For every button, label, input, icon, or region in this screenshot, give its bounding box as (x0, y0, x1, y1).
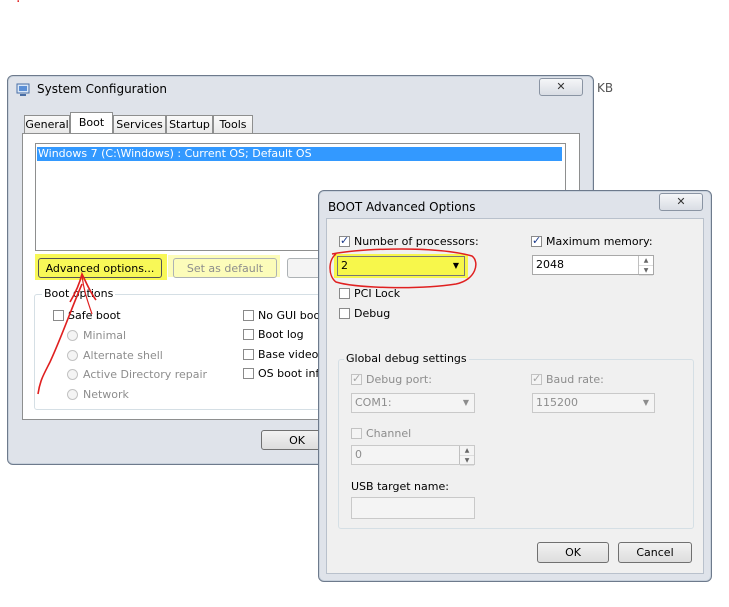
syscfg-close-button[interactable]: ✕ (539, 78, 583, 96)
kb-label: KB (597, 81, 614, 95)
base-video-label: Base video (258, 348, 319, 361)
debug-port-value: COM1: (355, 396, 392, 409)
debug-checkbox[interactable] (339, 308, 350, 319)
baud-rate-checkbox[interactable] (531, 372, 542, 385)
channel-checkbox[interactable] (351, 428, 362, 439)
debug-port-checkbox[interactable] (351, 372, 362, 385)
no-gui-boot-checkbox[interactable] (243, 310, 254, 321)
pci-lock-label: PCI Lock (354, 287, 401, 300)
maximum-memory-spinner[interactable]: ▲ ▼ (638, 256, 653, 276)
usb-target-name-label: USB target name: (351, 480, 449, 493)
advanced-titlebar: BOOT Advanced Options ✕ (319, 191, 711, 217)
channel-label: Channel (366, 427, 412, 440)
tab-services[interactable]: Services (113, 115, 166, 133)
msconfig-app-icon (16, 83, 30, 96)
baud-rate-value: 115200 (536, 396, 578, 409)
tab-boot[interactable]: Boot (70, 112, 113, 134)
advanced-ok-button[interactable]: OK (537, 542, 609, 563)
channel-spinner[interactable]: ▲ ▼ (459, 446, 474, 466)
base-video-checkbox[interactable] (243, 349, 254, 360)
boot-log-label: Boot log (258, 328, 304, 341)
os-boot-info-checkbox[interactable] (243, 368, 254, 379)
channel-value: 0 (355, 448, 362, 461)
no-gui-boot-label: No GUI boot (258, 309, 325, 322)
syscfg-title: System Configuration (37, 82, 167, 96)
debug-port-label: Debug port: (366, 373, 432, 386)
red-circle-annotation (329, 248, 477, 289)
usb-target-name-field[interactable] (351, 497, 475, 519)
advanced-title: BOOT Advanced Options (328, 200, 476, 214)
syscfg-titlebar: System Configuration ✕ (8, 76, 593, 102)
maximum-memory-label: Maximum memory: (546, 235, 653, 248)
tab-startup[interactable]: Startup (166, 115, 213, 133)
os-boot-info-label: OS boot info (258, 367, 327, 380)
channel-field[interactable]: 0 ▲ ▼ (351, 445, 475, 466)
debug-port-combo[interactable]: COM1: ▼ (351, 393, 475, 413)
global-debug-title: Global debug settings (344, 352, 469, 365)
advanced-cancel-button[interactable]: Cancel (618, 542, 692, 563)
baud-rate-combo[interactable]: 115200 ▼ (532, 393, 655, 413)
pci-lock-checkbox[interactable] (339, 288, 350, 299)
maximum-memory-checkbox[interactable] (531, 234, 542, 247)
set-as-default-button[interactable]: Set as default (173, 258, 277, 278)
maximum-memory-value: 2048 (536, 258, 564, 271)
advanced-close-button[interactable]: ✕ (659, 193, 703, 211)
os-list-item-selected[interactable]: Windows 7 (C:\Windows) : Current OS; Def… (37, 147, 562, 161)
stray-red-mark: · (16, 0, 21, 10)
debug-label: Debug (354, 307, 391, 320)
red-annotation-arrow (37, 271, 97, 395)
dropdown-arrow-icon: ▼ (462, 398, 469, 407)
maximum-memory-field[interactable]: 2048 ▲ ▼ (532, 255, 654, 276)
baud-rate-label: Baud rate: (546, 373, 604, 386)
tab-tools[interactable]: Tools (213, 115, 253, 133)
boot-log-checkbox[interactable] (243, 329, 254, 340)
tab-general[interactable]: General (24, 115, 70, 133)
dropdown-arrow-icon: ▼ (642, 398, 649, 407)
